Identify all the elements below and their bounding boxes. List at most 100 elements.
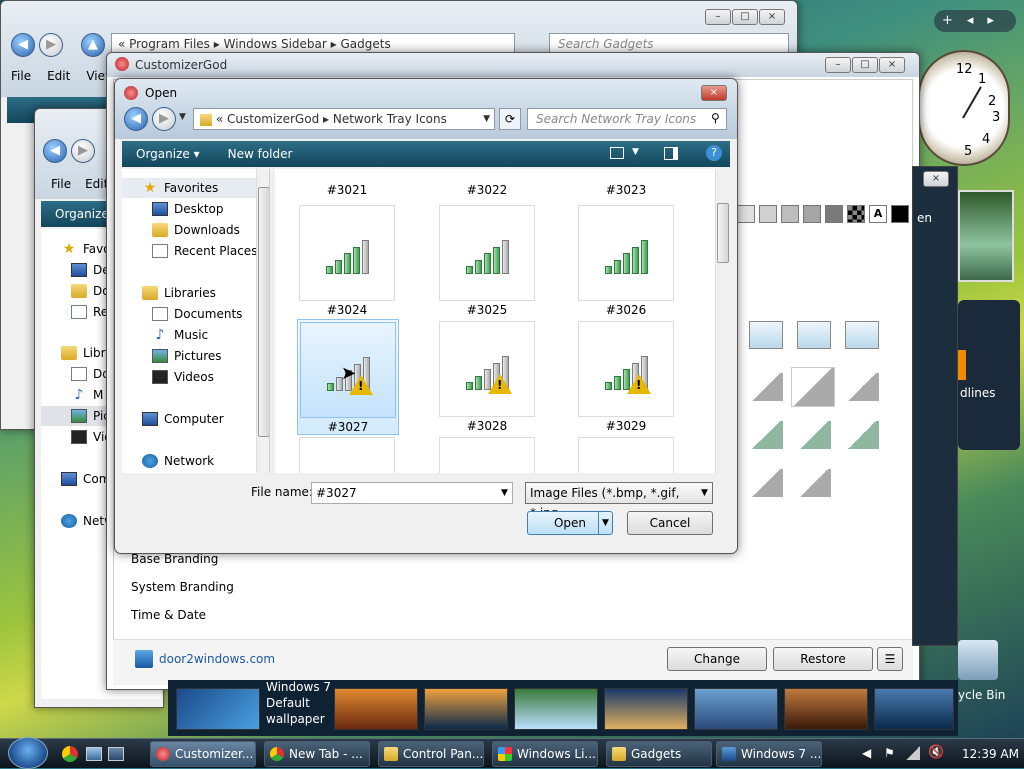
taskbar-item-windows-7[interactable]: Windows 7 ... xyxy=(716,741,822,767)
show-desktop-icon[interactable] xyxy=(86,747,102,761)
nav-favorites[interactable]: ★ Favorites xyxy=(122,178,262,198)
nav-desktop[interactable]: Desktop xyxy=(152,199,224,219)
flag-icon[interactable]: ⚑ xyxy=(884,746,895,760)
address-dropdown-icon[interactable]: ▼ xyxy=(483,109,490,129)
nav-libraries[interactable]: Libraries xyxy=(142,283,216,303)
cp-nav-documents[interactable]: Do xyxy=(71,364,110,384)
grid-scrollbar[interactable] xyxy=(715,169,729,473)
side-item-time-date[interactable]: Time & Date xyxy=(131,608,206,622)
cp-nav-downloads[interactable]: Do xyxy=(71,281,110,301)
nav-videos[interactable]: Videos xyxy=(152,367,214,387)
side-item-system-branding[interactable]: System Branding xyxy=(131,580,234,594)
wallpaper-thumb[interactable] xyxy=(514,688,598,730)
nav-music[interactable]: ♪ Music xyxy=(152,325,209,345)
swatch-4[interactable] xyxy=(803,205,821,223)
wallpaper-thumb[interactable] xyxy=(176,688,260,730)
cp-nav-favorites[interactable]: ★ Favo xyxy=(61,239,111,259)
taskbar-item-customizergod[interactable]: Customizer... xyxy=(150,741,256,767)
chrome-quicklaunch-icon[interactable] xyxy=(62,746,78,762)
swatch-8[interactable] xyxy=(891,205,909,223)
dialog-forward-button[interactable]: ▶ xyxy=(152,107,176,131)
cp-nav-recent[interactable]: Re xyxy=(71,302,108,322)
nav-scrollbar[interactable] xyxy=(256,169,269,473)
preview-pane-icon[interactable] xyxy=(664,147,678,160)
side-item-base-branding[interactable]: Base Branding xyxy=(131,552,218,566)
tray-icon-preview[interactable] xyxy=(797,421,831,449)
open-split-dropdown-icon[interactable]: ▼ xyxy=(598,512,612,534)
wallpaper-thumb[interactable] xyxy=(784,688,868,730)
file-type-dropdown-icon[interactable]: ▼ xyxy=(701,488,708,498)
menu-edit[interactable]: Edit xyxy=(47,69,70,87)
maximize-button[interactable]: □ xyxy=(732,9,758,25)
cp-nav-music[interactable]: ♪ M xyxy=(71,385,104,405)
tray-icon-preview[interactable] xyxy=(749,373,783,401)
wallpaper-thumb[interactable] xyxy=(694,688,778,730)
taskbar-clock[interactable]: 12:39 AM xyxy=(962,747,1019,761)
nav-downloads[interactable]: Downloads xyxy=(152,220,240,240)
minimize-button[interactable]: – xyxy=(705,9,731,25)
cp-forward-button[interactable]: ▶ xyxy=(71,139,95,163)
file-name-input[interactable]: #3027 xyxy=(311,482,513,504)
file-tile-partial[interactable] xyxy=(299,437,395,473)
close-button[interactable]: × xyxy=(759,9,785,25)
file-tile-partial[interactable] xyxy=(578,437,674,473)
tray-icon-preview[interactable] xyxy=(845,321,879,349)
file-type-select[interactable]: Image Files (*.bmp, *.gif, *.jpg, xyxy=(525,482,713,520)
view-options-icon[interactable] xyxy=(610,147,624,159)
help-icon[interactable]: ? xyxy=(706,145,722,161)
restore-button[interactable]: Restore xyxy=(773,647,873,671)
taskbar-item-control-panel[interactable]: Control Pan... xyxy=(378,741,484,767)
show-hidden-icons-icon[interactable]: ◀ xyxy=(862,746,871,760)
swatch-1[interactable] xyxy=(737,205,755,223)
taskbar-item-windows-live[interactable]: Windows Li... xyxy=(492,741,598,767)
swatch-7[interactable]: A xyxy=(869,205,887,223)
tray-icon-preview[interactable] xyxy=(749,421,783,449)
cp-menu-file[interactable]: File xyxy=(51,177,71,191)
file-tile[interactable] xyxy=(578,321,674,417)
tray-icon-preview[interactable] xyxy=(749,469,783,497)
tray-icon-preview[interactable] xyxy=(845,421,879,449)
dialog-search-input[interactable]: Search Network Tray Icons xyxy=(527,108,727,130)
back-button[interactable]: ◀ xyxy=(11,33,35,57)
nav-computer[interactable]: Computer xyxy=(142,409,224,429)
nav-network[interactable]: Network xyxy=(142,451,214,471)
file-tile[interactable] xyxy=(439,205,535,301)
cp-back-button[interactable]: ◀ xyxy=(43,139,67,163)
taskbar-item-gadgets[interactable]: Gadgets xyxy=(606,741,712,767)
tray-icon-preview[interactable] xyxy=(749,321,783,349)
file-tile-partial[interactable] xyxy=(439,437,535,473)
menu-file[interactable]: File xyxy=(11,69,31,87)
fragment-close-button[interactable]: × xyxy=(923,171,949,187)
dialog-address-bar[interactable]: « CustomizerGod ▸ Network Tray Icons ▼ xyxy=(193,108,495,130)
wallpaper-thumb[interactable] xyxy=(334,688,418,730)
recycle-bin-icon[interactable] xyxy=(958,640,998,680)
change-button[interactable]: Change xyxy=(667,647,767,671)
swatch-5[interactable] xyxy=(825,205,843,223)
up-button[interactable]: ▲ xyxy=(81,33,105,57)
taskbar-item-new-tab[interactable]: New Tab - ... xyxy=(264,741,370,767)
swatch-2[interactable] xyxy=(759,205,777,223)
refresh-button[interactable]: ⟳ xyxy=(499,108,521,130)
swatch-6[interactable] xyxy=(847,205,865,223)
wallpaper-thumb[interactable] xyxy=(874,688,954,730)
tray-icon-preview[interactable] xyxy=(791,367,835,407)
file-name-dropdown-icon[interactable]: ▼ xyxy=(501,488,508,498)
cancel-button[interactable]: Cancel xyxy=(627,511,713,535)
tray-icon-preview[interactable] xyxy=(797,321,831,349)
start-button[interactable] xyxy=(8,737,48,769)
file-tile[interactable] xyxy=(439,321,535,417)
new-folder-button[interactable]: New folder xyxy=(214,147,307,161)
switch-windows-icon[interactable] xyxy=(108,747,124,761)
cp-nav-desktop[interactable]: De xyxy=(71,260,110,280)
tray-icon-preview[interactable] xyxy=(797,469,831,497)
view-dropdown-icon[interactable]: ▼ xyxy=(632,147,639,157)
dialog-close-button[interactable]: × xyxy=(701,85,727,101)
dialog-back-button[interactable]: ◀ xyxy=(124,107,148,131)
nav-recent-places[interactable]: Recent Places xyxy=(152,241,257,261)
options-menu-button[interactable]: ☰ xyxy=(877,647,903,671)
open-button[interactable]: Open ▼ xyxy=(527,511,613,535)
door2windows-link[interactable]: door2windows.com xyxy=(159,652,275,666)
organize-button[interactable]: Organize ▾ xyxy=(122,147,214,161)
cp-menu-edit[interactable]: Edit xyxy=(85,177,108,191)
wallpaper-thumb[interactable] xyxy=(604,688,688,730)
